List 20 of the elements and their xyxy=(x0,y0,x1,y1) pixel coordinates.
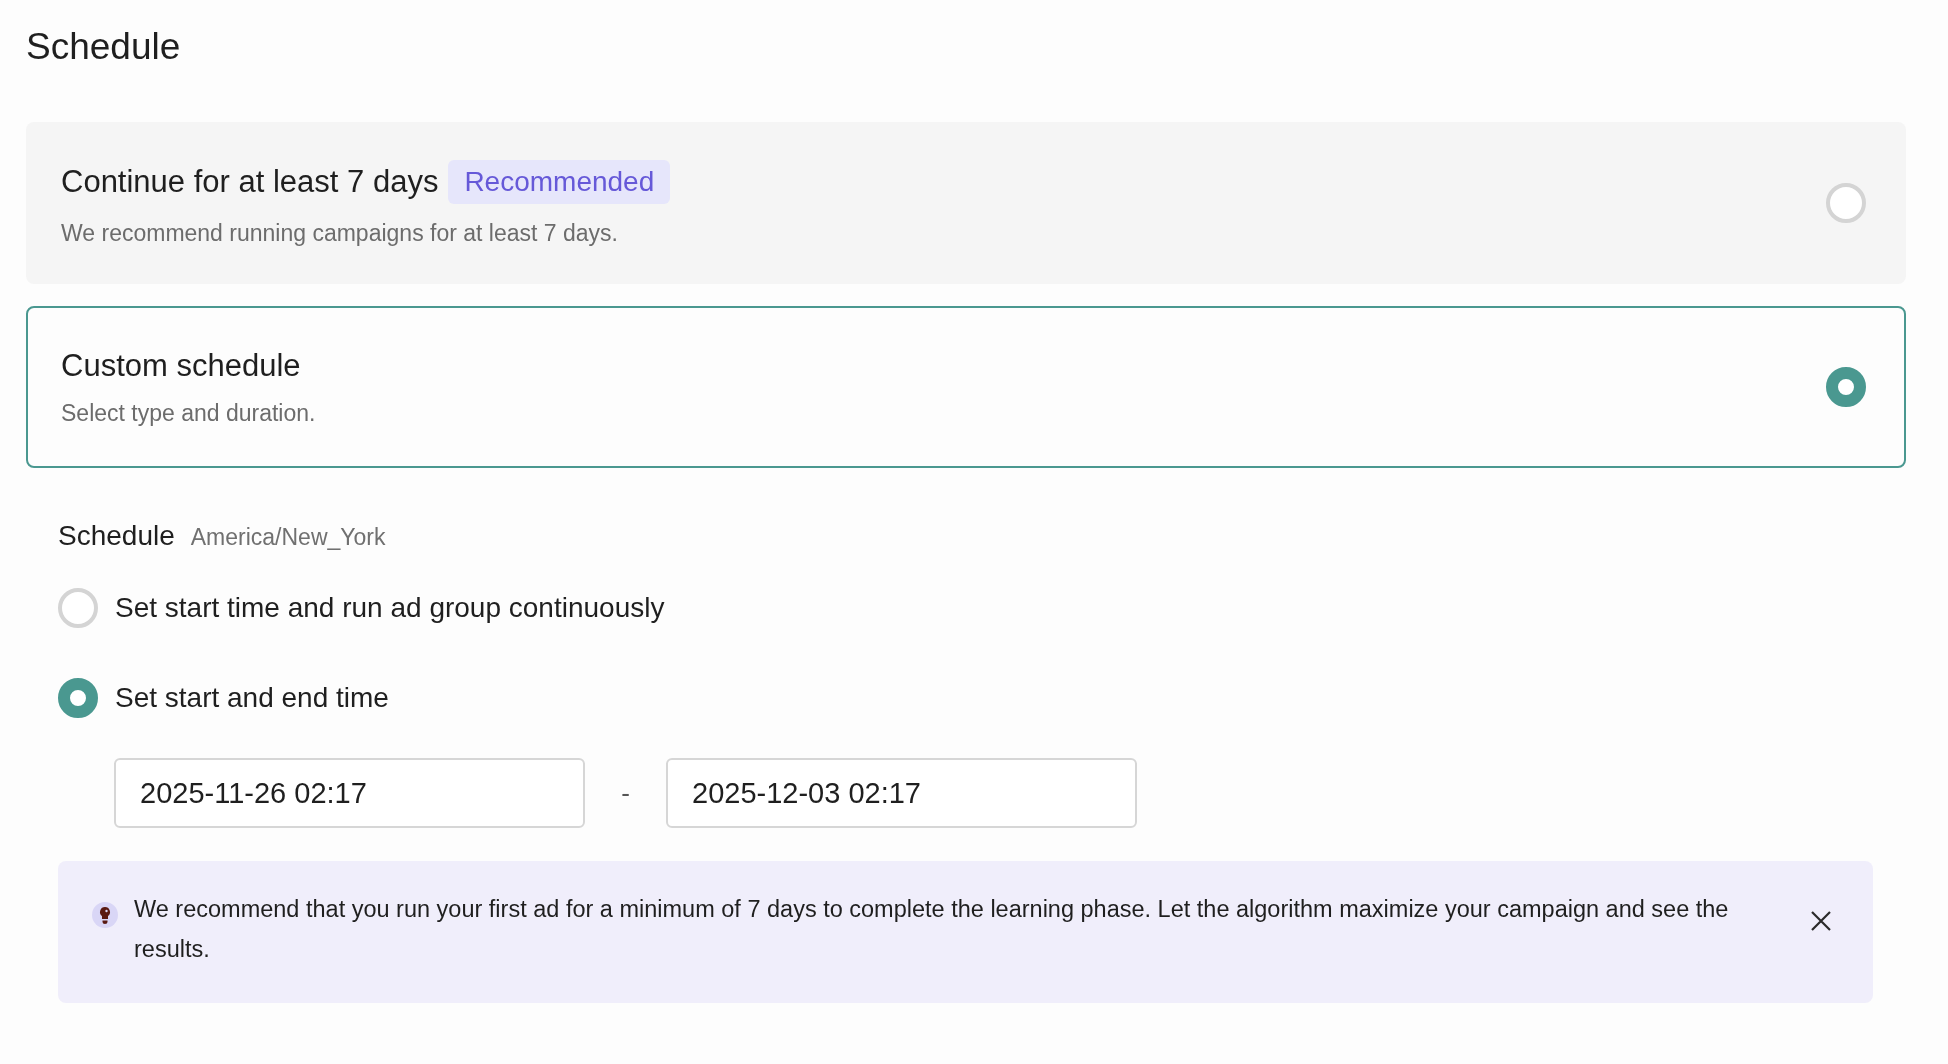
close-icon[interactable] xyxy=(1809,909,1833,933)
end-date-field[interactable]: 2025-12-03 02:17 xyxy=(666,758,1137,828)
page-title: Schedule xyxy=(26,25,182,69)
option-description: Select type and duration. xyxy=(61,399,316,427)
date-separator: - xyxy=(620,777,631,809)
timezone-label: America/New_York xyxy=(190,524,386,551)
radio-label[interactable]: Set start time and run ad group continuously xyxy=(115,592,665,624)
option-card[interactable]: Continue for at least 7 days Recommended We recommend running campaigns for at least 7 days. xyxy=(26,122,1906,284)
notice-text: We recommend that you run your first ad for a minimum of 7 days to complete the learning phase. Let the algorithm maximize your campaign and see the results. xyxy=(134,895,1730,964)
start-date-field[interactable]: 2025-11-26 02:17 xyxy=(114,758,585,828)
option-title: Continue for at least 7 days xyxy=(61,163,439,200)
lightbulb-icon xyxy=(92,902,118,928)
section-label: Schedule xyxy=(58,520,175,552)
option-title: Custom schedule xyxy=(61,347,301,384)
recommended-badge: Recommended xyxy=(448,159,671,204)
option-card[interactable]: Custom schedule Select type and duration. xyxy=(26,306,1906,468)
radio-button[interactable] xyxy=(58,678,98,718)
option-description: We recommend running campaigns for at least 7 days. xyxy=(61,219,619,247)
radio-button[interactable] xyxy=(1826,367,1866,407)
radio-label[interactable]: Set start and end time xyxy=(115,682,389,714)
